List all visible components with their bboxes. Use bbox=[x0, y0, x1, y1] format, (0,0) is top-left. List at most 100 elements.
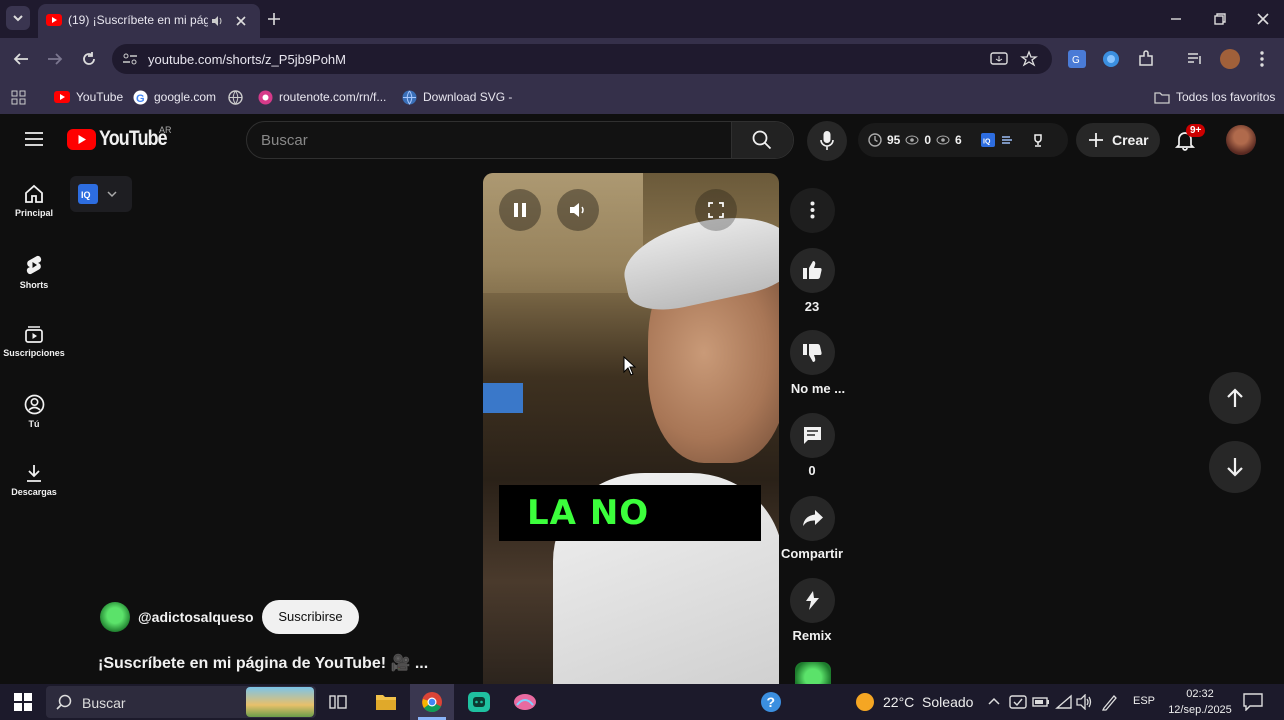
app-green-icon[interactable] bbox=[467, 691, 491, 713]
language-indicator[interactable]: ESP bbox=[1133, 695, 1155, 707]
like-count: 23 bbox=[804, 299, 820, 314]
volume-icon[interactable] bbox=[1076, 694, 1094, 710]
short-video-player[interactable]: LA NO bbox=[483, 173, 779, 684]
channel-name[interactable]: @adictosalqueso bbox=[138, 609, 254, 625]
short-title[interactable]: ¡Suscríbete en mi página de YouTube! 🎥 .… bbox=[98, 653, 428, 673]
trophy-icon[interactable] bbox=[1031, 133, 1045, 147]
like-button[interactable] bbox=[790, 248, 835, 293]
notifications-button[interactable]: 9+ bbox=[1174, 124, 1206, 153]
bookmark-routenote[interactable]: routenote.com/rn/f... bbox=[258, 87, 386, 107]
restore-icon[interactable] bbox=[1212, 11, 1228, 27]
apps-grid-icon[interactable] bbox=[11, 90, 26, 105]
sidebar-item-suscripciones[interactable]: Suscripciones bbox=[0, 324, 68, 358]
comments-button[interactable] bbox=[790, 413, 835, 458]
file-explorer-icon[interactable] bbox=[375, 692, 397, 712]
all-bookmarks-folder[interactable]: Todos los favoritos bbox=[1154, 87, 1275, 107]
url-text[interactable]: youtube.com/shorts/z_P5jb9PohM bbox=[148, 52, 346, 67]
country-code: AR bbox=[159, 125, 172, 135]
forward-icon[interactable] bbox=[46, 51, 64, 67]
chrome-menu-icon[interactable] bbox=[1256, 50, 1268, 68]
tray-app-icon[interactable] bbox=[1009, 693, 1027, 711]
battery-icon[interactable] bbox=[1032, 695, 1050, 709]
extension-stats-pill[interactable]: 95 0 6 IQ bbox=[858, 123, 1068, 157]
google-favicon-icon: G bbox=[133, 90, 148, 105]
arrow-down-icon bbox=[1227, 458, 1243, 477]
search-input[interactable]: Buscar bbox=[261, 132, 308, 149]
account-avatar[interactable] bbox=[1226, 125, 1256, 155]
speaker-icon[interactable] bbox=[210, 14, 224, 28]
site-info-icon[interactable] bbox=[122, 52, 138, 66]
dislike-button[interactable] bbox=[790, 330, 835, 375]
pen-icon[interactable] bbox=[1101, 693, 1119, 711]
media-controls-icon[interactable] bbox=[1186, 50, 1204, 68]
taskbar-search[interactable]: Buscar bbox=[46, 686, 316, 718]
windows-start-icon[interactable] bbox=[14, 693, 32, 711]
reload-icon[interactable] bbox=[80, 50, 98, 68]
app-pink-icon[interactable] bbox=[512, 691, 538, 713]
clock[interactable]: 02:32 12/sep./2025 bbox=[1160, 686, 1240, 718]
subscribe-button[interactable]: Suscribirse bbox=[262, 600, 359, 634]
back-icon[interactable] bbox=[12, 51, 30, 67]
sun-icon bbox=[856, 693, 874, 711]
list-icon[interactable] bbox=[1000, 133, 1014, 147]
pause-button[interactable] bbox=[499, 189, 541, 231]
profile-avatar[interactable] bbox=[1220, 49, 1240, 69]
browser-tab[interactable]: (19) ¡Suscríbete en mi página de YouTube… bbox=[38, 4, 260, 38]
weather-widget[interactable]: 22°C Soleado bbox=[855, 692, 973, 712]
bookmark-star-icon[interactable] bbox=[1020, 50, 1038, 68]
sidebar-item-principal[interactable]: Principal bbox=[0, 184, 68, 218]
video-background-shape bbox=[483, 173, 643, 293]
address-bar[interactable]: youtube.com/shorts/z_P5jb9PohM bbox=[112, 44, 1052, 74]
close-window-icon[interactable] bbox=[1255, 11, 1271, 27]
sidebar-item-tu[interactable]: Tú bbox=[0, 394, 68, 429]
sound-thumbnail[interactable] bbox=[795, 662, 831, 684]
bookmark-google[interactable]: G google.com bbox=[133, 87, 216, 107]
iq-extension-dropdown[interactable]: IQ bbox=[70, 176, 132, 212]
previous-short-button[interactable] bbox=[1209, 372, 1261, 424]
notification-center-icon[interactable] bbox=[1243, 693, 1263, 711]
svg-text:G: G bbox=[136, 93, 145, 105]
new-tab-icon[interactable] bbox=[266, 11, 282, 27]
extension-blue-icon[interactable] bbox=[1102, 50, 1120, 68]
search-button[interactable] bbox=[731, 122, 793, 158]
pause-icon bbox=[514, 203, 526, 217]
channel-avatar[interactable] bbox=[100, 602, 130, 632]
fullscreen-button[interactable] bbox=[695, 189, 737, 231]
search-highlight-image bbox=[246, 687, 314, 717]
chevron-down-icon bbox=[13, 15, 23, 22]
voice-search-button[interactable] bbox=[807, 121, 847, 161]
install-app-icon[interactable] bbox=[990, 51, 1008, 67]
bookmark-youtube[interactable]: YouTube bbox=[54, 87, 123, 107]
clock-time: 02:32 bbox=[1186, 688, 1214, 700]
remix-button[interactable] bbox=[790, 578, 835, 623]
taskbar-chrome-active[interactable] bbox=[410, 684, 454, 720]
tab-search-button[interactable] bbox=[6, 6, 30, 30]
taskbar-search-text[interactable]: Buscar bbox=[82, 695, 126, 711]
search-icon bbox=[752, 130, 772, 150]
extensions-puzzle-icon[interactable] bbox=[1137, 50, 1155, 68]
hamburger-menu-icon[interactable] bbox=[24, 131, 44, 147]
translate-extension-icon[interactable]: G bbox=[1068, 50, 1086, 68]
sidebar-item-descargas[interactable]: Descargas bbox=[0, 463, 68, 497]
close-tab-icon[interactable] bbox=[234, 14, 248, 28]
bookmark-download-svg[interactable]: Download SVG - bbox=[402, 87, 512, 107]
help-icon[interactable]: ? bbox=[760, 691, 782, 713]
share-button[interactable] bbox=[790, 496, 835, 541]
clock-date: 12/sep./2025 bbox=[1168, 704, 1232, 716]
next-short-button[interactable] bbox=[1209, 441, 1261, 493]
bookmark-globe[interactable] bbox=[228, 87, 249, 107]
search-box[interactable]: Buscar bbox=[246, 121, 794, 159]
sidebar-item-shorts[interactable]: Shorts bbox=[0, 254, 68, 290]
bookmarks-bar: YouTube G google.com routenote.com/rn/f.… bbox=[0, 80, 1284, 114]
comment-icon bbox=[804, 427, 821, 444]
minimize-icon[interactable] bbox=[1168, 12, 1184, 26]
more-options-button[interactable] bbox=[790, 188, 835, 233]
plus-icon bbox=[1089, 133, 1103, 147]
volume-button[interactable] bbox=[557, 189, 599, 231]
iq-extension-icon[interactable]: IQ bbox=[980, 133, 995, 147]
video-caption-box: LA NO bbox=[499, 485, 761, 541]
task-view-icon[interactable] bbox=[329, 693, 347, 711]
wifi-icon[interactable] bbox=[1055, 694, 1073, 710]
chevron-up-icon[interactable] bbox=[987, 696, 1001, 706]
create-button[interactable]: Crear bbox=[1076, 123, 1160, 157]
